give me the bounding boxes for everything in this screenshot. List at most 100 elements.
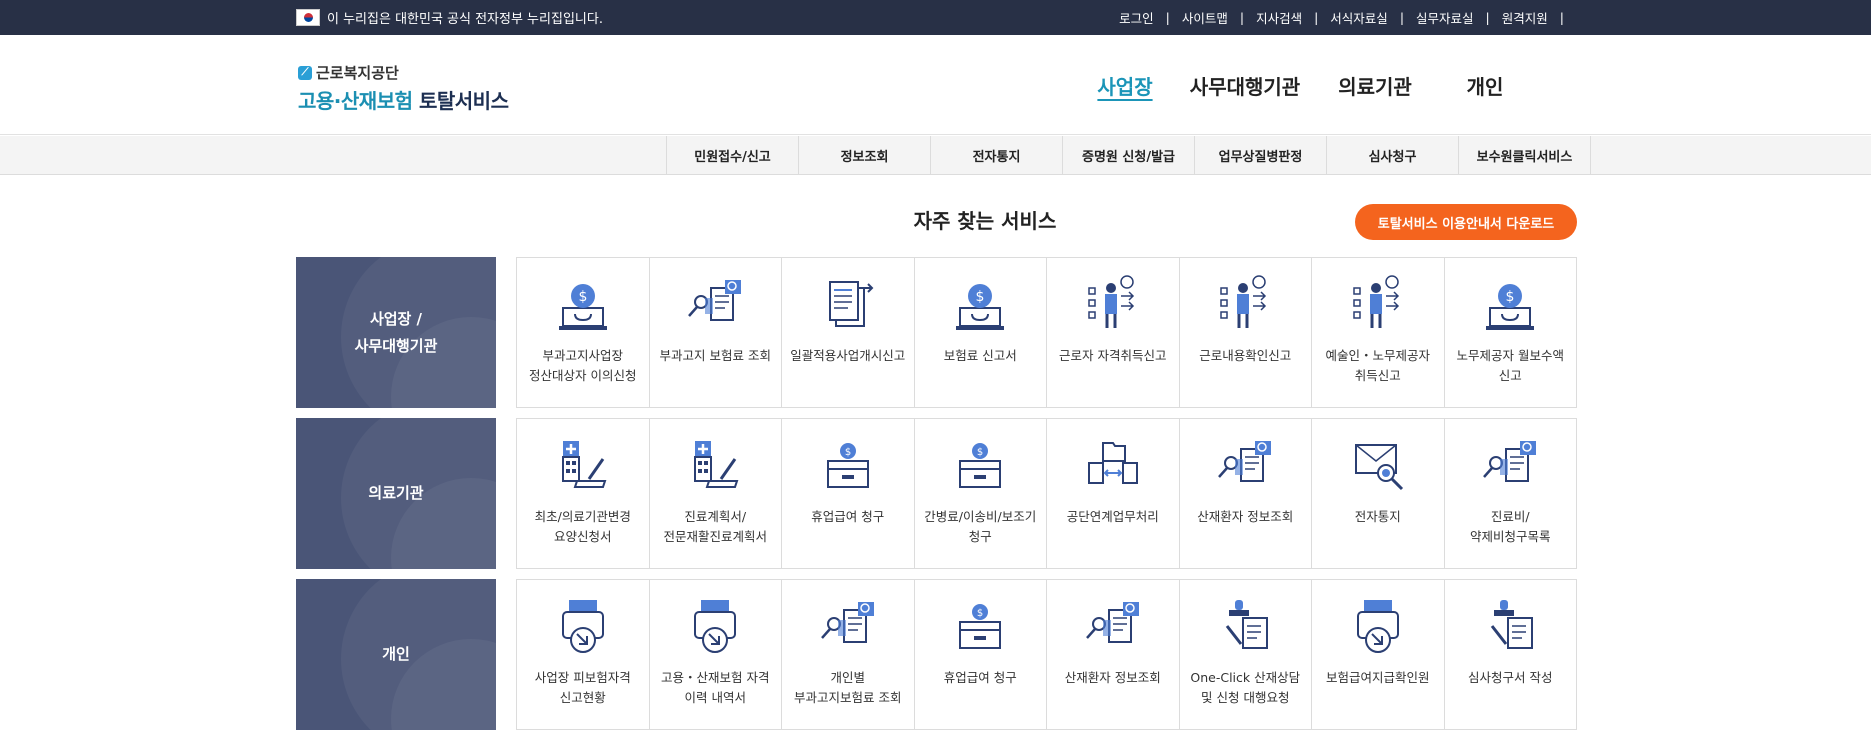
service-tile[interactable]: 부과고지 보험료 조회 [650, 258, 782, 407]
service-tile[interactable]: $ 간병료/이송비/보조기 청구 [915, 419, 1047, 568]
service-tile[interactable]: $ 보험료 신고서 [915, 258, 1047, 407]
service-label: 휴업급여 청구 [811, 509, 885, 524]
service-tile[interactable]: 산재환자 정보조회 [1047, 580, 1180, 729]
service-tile[interactable]: 일괄적용사업개시신고 [782, 258, 915, 407]
comwel-logo-icon: ⟋ [298, 65, 312, 80]
service-tile[interactable]: 진료비/약제비청구목록 [1445, 419, 1577, 568]
service-tiles: 사업장 피보험자격 신고현황 고용・산재보험 자격 이력 내역서 개인별 부과고지보… [516, 579, 1577, 730]
hospital-document-icon [685, 435, 745, 499]
service-tiles: 최초/의료기관변경 요양신청서 진료계획서/전문재활진료계획서 $ 휴업급여 청구 $ 간… [516, 418, 1577, 569]
sub-nav-item-1[interactable]: 민원접수/신고 [667, 136, 799, 175]
svg-text:$: $ [976, 289, 985, 305]
service-label: 진료계획서/전문재활진료계획서 [663, 509, 767, 544]
service-tile[interactable]: $ 부과고지사업장 정산대상자 이의신청 [517, 258, 650, 407]
util-link-separator: | [1485, 10, 1490, 25]
category-panel: 의료기관 [296, 418, 496, 569]
main-nav-item-4[interactable]: 개인 [1430, 71, 1540, 100]
printer-download-icon [553, 596, 613, 660]
hospital-document-icon [553, 435, 613, 499]
service-label: One-Click 산재상담 및 신청 대행요청 [1190, 670, 1301, 705]
svg-text:$: $ [845, 447, 851, 458]
service-tile[interactable]: 산재환자 정보조회 [1180, 419, 1312, 568]
service-label: 간병료/이송비/보조기 청구 [924, 509, 1037, 544]
service-label: 개인별 부과고지보험료 조회 [794, 670, 902, 705]
category-panel: 개인 [296, 579, 496, 730]
service-tile[interactable]: 근로자 자격취득신고 [1047, 258, 1180, 407]
sub-nav-item-3[interactable]: 전자통지 [931, 136, 1063, 175]
service-label: 일괄적용사업개시신고 [790, 348, 906, 363]
util-link-4[interactable]: 서식자료실 [1330, 8, 1388, 27]
service-label: 휴업급여 청구 [943, 670, 1017, 685]
service-row-1: 사업장 / 사무대행기관 $ 부과고지사업장 정산대상자 이의신청 부과고지 보험료 … [296, 257, 1577, 408]
service-label: 보험급여지급확인원 [1325, 670, 1430, 685]
main-nav-item-3[interactable]: 의료기관 [1320, 71, 1430, 100]
util-link-separator: | [1399, 10, 1405, 25]
util-link-6[interactable]: 원격지원 [1502, 8, 1548, 27]
service-label: 예술인・노무제공자 취득신고 [1325, 348, 1430, 383]
category-panel: 사업장 / 사무대행기관 [296, 257, 496, 408]
logo-org-name: 근로복지공단 [316, 64, 399, 82]
sub-nav-item-4[interactable]: 증명원 신청/발급 [1063, 136, 1195, 175]
service-label: 노무제공자 월보수액 신고 [1456, 348, 1564, 383]
category-label: 개인 [382, 645, 410, 663]
service-tile[interactable]: 최초/의료기관변경 요양신청서 [517, 419, 650, 568]
svg-text:$: $ [977, 447, 983, 458]
service-label: 보험료 신고서 [943, 348, 1017, 363]
service-label: 부과고지 보험료 조회 [659, 348, 771, 363]
document-search-icon [1215, 435, 1275, 499]
service-tile[interactable]: $ 휴업급여 청구 [782, 419, 915, 568]
service-tile[interactable]: 전자통지 [1312, 419, 1445, 568]
util-link-3[interactable]: 지사검색 [1256, 8, 1302, 27]
service-tile[interactable]: 진료계획서/전문재활진료계획서 [650, 419, 782, 568]
service-tile[interactable]: 예술인・노무제공자 취득신고 [1312, 258, 1445, 407]
category-label: 의료기관 [368, 484, 424, 502]
laptop-coin-icon: $ [1480, 274, 1540, 338]
service-label: 근로내용확인신고 [1199, 348, 1292, 363]
service-tile[interactable]: One-Click 산재상담 및 신청 대행요청 [1180, 580, 1312, 729]
printer-download-icon [1348, 596, 1408, 660]
coin-box-icon: $ [818, 435, 878, 499]
coin-box-icon: $ [950, 435, 1010, 499]
logo-title-part1: 고용·산재보험 [298, 89, 413, 113]
service-tile[interactable]: 고용・산재보험 자격 이력 내역서 [650, 580, 782, 729]
site-header: ⟋ 근로복지공단 고용·산재보험 토탈서비스 사업장 사무대행기관 의료기관 개인 [0, 35, 1871, 135]
korea-flag-icon [296, 9, 320, 26]
sub-nav-item-6[interactable]: 심사청구 [1327, 136, 1459, 175]
service-tile[interactable]: $ 노무제공자 월보수액 신고 [1445, 258, 1577, 407]
service-label: 부과고지사업장 정산대상자 이의신청 [529, 348, 637, 383]
util-link-separator: | [1314, 10, 1319, 25]
main-nav-item-2[interactable]: 사무대행기관 [1170, 71, 1320, 100]
service-label: 산재환자 정보조회 [1064, 670, 1161, 685]
gov-banner-text: 이 누리집은 대한민국 공식 전자정부 누리집입니다. [327, 12, 603, 27]
utility-links: 로그인 | 사이트맵 | 지사검색 | 서식자료실 | 실무자료실 | 원격지원 | [1119, 8, 1576, 27]
util-link-2[interactable]: 사이트맵 [1182, 8, 1228, 27]
sub-nav-item-2[interactable]: 정보조회 [799, 136, 931, 175]
service-tile[interactable]: 개인별 부과고지보험료 조회 [782, 580, 915, 729]
service-tile[interactable]: 근로내용확인신고 [1180, 258, 1312, 407]
download-guide-button[interactable]: 토탈서비스 이용안내서 다운로드 [1355, 204, 1577, 240]
service-label: 공단연계업무처리 [1066, 509, 1159, 524]
service-label: 최초/의료기관변경 요양신청서 [534, 509, 631, 544]
svg-text:$: $ [1506, 289, 1515, 305]
service-row-2: 의료기관 최초/의료기관변경 요양신청서 진료계획서/전문재활진료계획서 $ 휴업급여 … [296, 418, 1577, 569]
sub-nav-item-5[interactable]: 업무상질병판정 [1195, 136, 1327, 175]
laptop-coin-icon: $ [950, 274, 1010, 338]
service-tile[interactable]: 공단연계업무처리 [1047, 419, 1180, 568]
stamp-document-icon [1480, 596, 1540, 660]
service-tile[interactable]: 심사청구서 작성 [1445, 580, 1577, 729]
service-label: 심사청구서 작성 [1468, 670, 1553, 685]
util-link-5[interactable]: 실무자료실 [1416, 8, 1474, 27]
service-tiles: $ 부과고지사업장 정산대상자 이의신청 부과고지 보험료 조회 일괄적용사업개시신고… [516, 257, 1577, 408]
main-nav-item-1[interactable]: 사업장 [1080, 71, 1170, 100]
site-logo[interactable]: ⟋ 근로복지공단 고용·산재보험 토탈서비스 [298, 62, 509, 114]
laptop-coin-icon: $ [553, 274, 613, 338]
sub-nav: 민원접수/신고 정보조회 전자통지 증명원 신청/발급 업무상질병판정 심사청구 보수원클릭… [0, 136, 1871, 175]
service-label: 사업장 피보험자격 신고현황 [534, 670, 631, 705]
stamp-document-icon [1215, 596, 1275, 660]
service-tile[interactable]: 보험급여지급확인원 [1312, 580, 1445, 729]
category-label: 사업장 / 사무대행기관 [354, 309, 438, 355]
service-tile[interactable]: 사업장 피보험자격 신고현황 [517, 580, 650, 729]
sub-nav-item-7[interactable]: 보수원클릭서비스 [1459, 136, 1591, 175]
util-link-1[interactable]: 로그인 [1119, 8, 1154, 27]
service-tile[interactable]: $ 휴업급여 청구 [915, 580, 1047, 729]
